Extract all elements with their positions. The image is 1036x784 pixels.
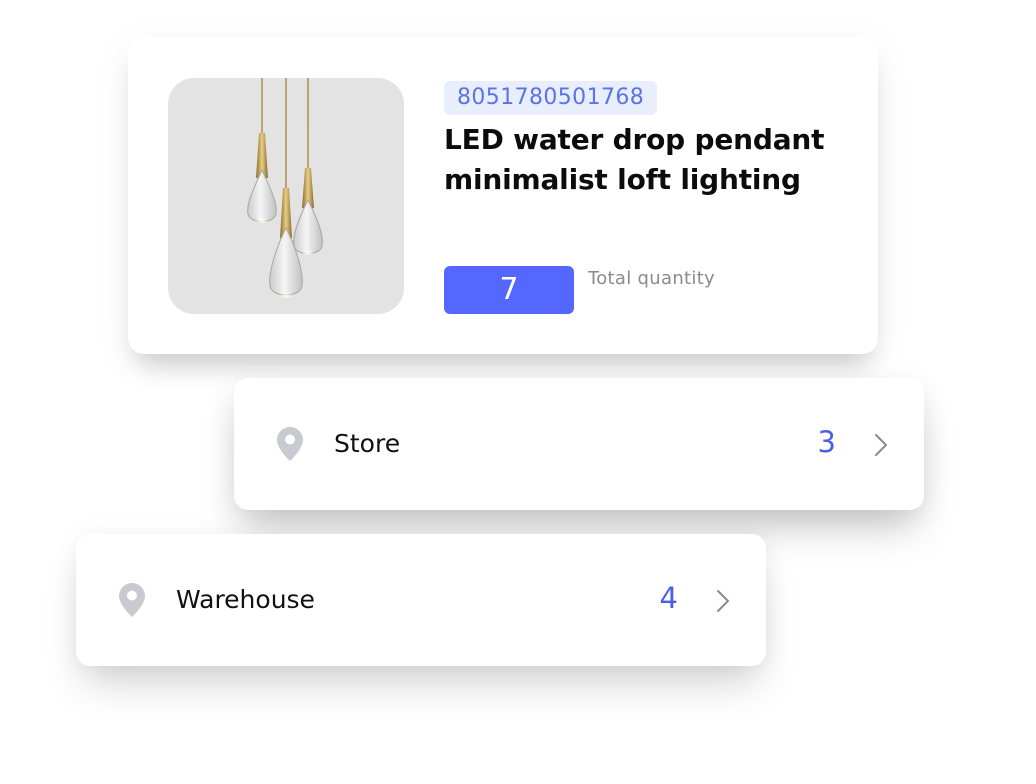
total-quantity-label: Total quantity [588, 268, 716, 289]
location-name: Warehouse [176, 585, 315, 614]
location-name: Store [334, 429, 401, 458]
location-row-store[interactable]: Store 3 [234, 378, 924, 510]
location-row-warehouse[interactable]: Warehouse 4 [76, 534, 766, 666]
barcode-badge: 8051780501768 [444, 81, 658, 115]
chevron-right-icon[interactable] [716, 589, 730, 613]
product-title: LED water drop pendant minimalist loft l… [444, 123, 825, 196]
location-count: 4 [659, 581, 678, 615]
product-image [168, 78, 404, 314]
location-pin-icon [276, 426, 304, 462]
total-quantity-value: 7 [444, 266, 574, 314]
chevron-right-icon[interactable] [874, 433, 888, 457]
product-card: 8051780501768 LED water drop pendant min… [128, 38, 878, 354]
pendant-lamp-image [247, 78, 323, 298]
location-pin-icon [118, 582, 146, 618]
location-count: 3 [817, 425, 836, 459]
